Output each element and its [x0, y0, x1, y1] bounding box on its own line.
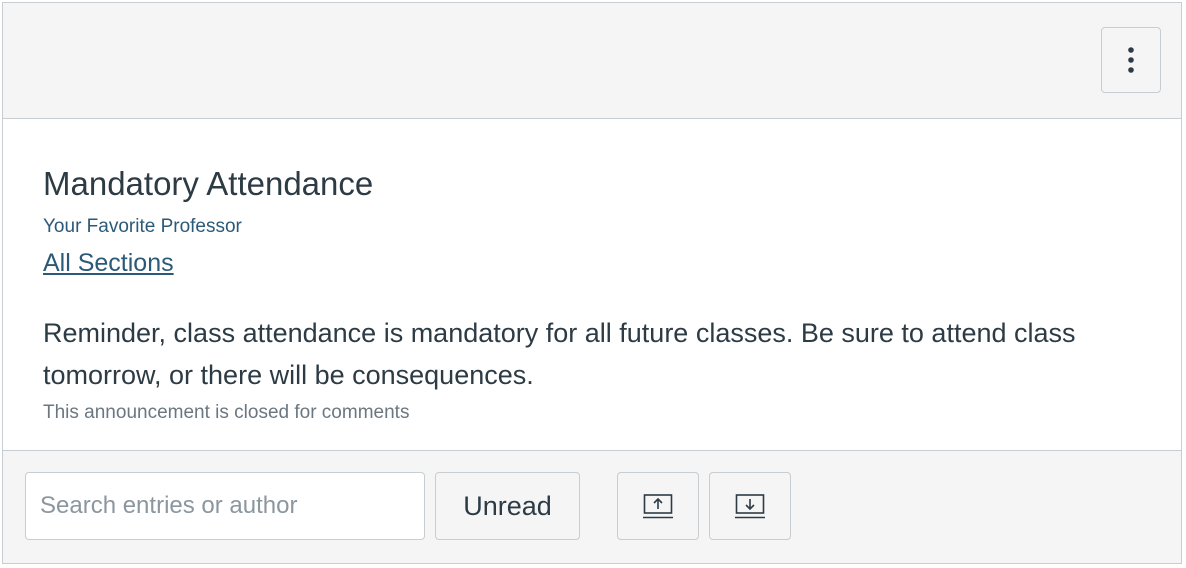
options-menu-button[interactable]: [1101, 27, 1161, 93]
unread-filter-button[interactable]: Unread: [435, 472, 580, 540]
collapse-down-icon: [735, 494, 765, 519]
announcement-message: Reminder, class attendance is mandatory …: [43, 318, 1076, 390]
announcement-header: [3, 3, 1181, 119]
collapse-threads-button[interactable]: [709, 472, 791, 540]
announcement-title: Mandatory Attendance: [43, 165, 374, 202]
announcement-card: Mandatory Attendance Your Favorite Profe…: [2, 2, 1182, 564]
discussion-toolbar: Unread: [3, 450, 1181, 563]
author-name[interactable]: Your Favorite Professor: [43, 215, 242, 239]
all-sections-link[interactable]: All Sections: [43, 247, 174, 279]
expand-threads-button[interactable]: [617, 472, 699, 540]
expand-up-icon: [643, 494, 673, 519]
search-input[interactable]: [25, 472, 425, 540]
kebab-menu-icon: [1128, 47, 1134, 73]
comments-closed-notice: This announcement is closed for comments: [43, 402, 410, 423]
